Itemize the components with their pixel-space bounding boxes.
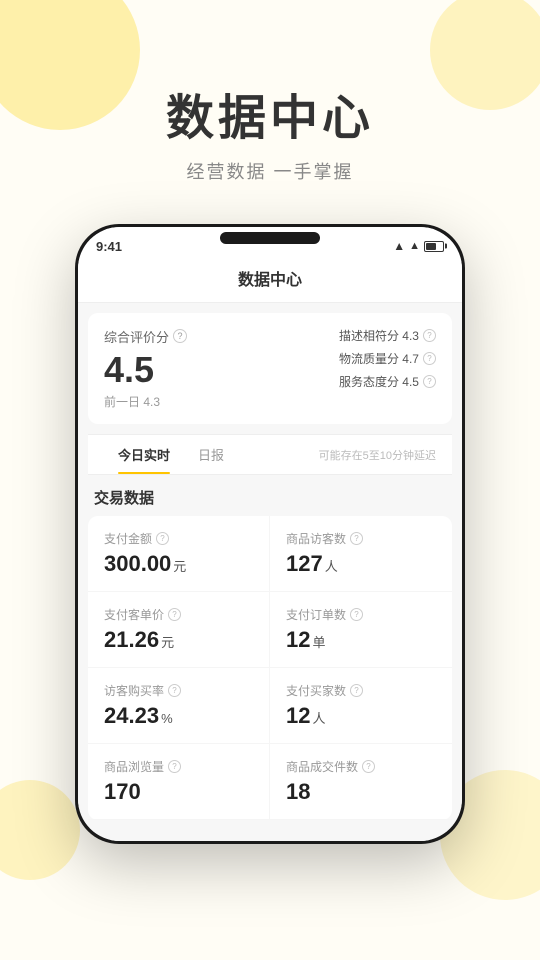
- phone-body: 9:41 ▲ ▲ 数据中心: [75, 224, 465, 844]
- sub-rating-help-icon[interactable]: ?: [423, 329, 436, 342]
- data-cell-label: 商品浏览量 ?: [104, 758, 253, 775]
- phone-mockup: 9:41 ▲ ▲ 数据中心: [0, 224, 540, 844]
- wifi-icon: ▲: [409, 240, 420, 252]
- rating-label: 综合评价分 ?: [104, 327, 187, 346]
- data-cell-label: 支付金额 ?: [104, 530, 253, 547]
- battery-icon: [424, 241, 444, 252]
- data-cell: 支付买家数 ? 12人: [270, 668, 452, 744]
- cell-help-icon[interactable]: ?: [168, 684, 181, 697]
- data-cell-value: 170: [104, 779, 253, 805]
- rating-sub-item: 描述相符分 4.3?: [339, 327, 436, 344]
- hero-title: 数据中心: [0, 90, 540, 148]
- data-cell: 访客购买率 ? 24.23%: [88, 668, 270, 744]
- data-cell-value: 300.00元: [104, 551, 253, 577]
- tab-item-daily[interactable]: 日报: [184, 435, 238, 474]
- rating-left: 综合评价分 ? 4.5 前一日 4.3: [104, 327, 187, 411]
- battery-fill: [426, 243, 436, 250]
- cell-help-icon[interactable]: ?: [362, 760, 375, 773]
- cell-help-icon[interactable]: ?: [350, 532, 363, 545]
- cell-help-icon[interactable]: ?: [156, 532, 169, 545]
- data-cell: 支付订单数 ? 12单: [270, 592, 452, 668]
- rating-score: 4.5: [104, 350, 187, 390]
- status-time: 9:41: [96, 239, 122, 254]
- data-cell-label: 商品访客数 ?: [286, 530, 436, 547]
- app-content[interactable]: 综合评价分 ? 4.5 前一日 4.3 描述相符分 4.3? 物流质量分 4.7?…: [78, 303, 462, 841]
- hero-subtitle: 经营数据 一手掌握: [0, 158, 540, 184]
- signal-icon: ▲: [393, 239, 405, 253]
- data-cell: 支付客单价 ? 21.26元: [88, 592, 270, 668]
- data-cell-value: 24.23%: [104, 703, 253, 729]
- tabs-container: 今日实时日报 可能存在5至10分钟延迟: [88, 434, 452, 475]
- data-cell-value: 12人: [286, 703, 436, 729]
- cell-help-icon[interactable]: ?: [350, 608, 363, 621]
- app-title: 数据中心: [238, 272, 302, 289]
- data-cell-value: 21.26元: [104, 627, 253, 653]
- tab-delay-notice: 可能存在5至10分钟延迟: [319, 447, 436, 463]
- rating-prev: 前一日 4.3: [104, 393, 187, 410]
- rating-sub-item: 服务态度分 4.5?: [339, 373, 436, 390]
- data-cell: 商品浏览量 ? 170: [88, 744, 270, 820]
- data-cell-label: 支付买家数 ?: [286, 682, 436, 699]
- phone-screen: 9:41 ▲ ▲ 数据中心: [78, 227, 462, 841]
- data-cell: 支付金额 ? 300.00元: [88, 516, 270, 592]
- data-cell-label: 商品成交件数 ?: [286, 758, 436, 775]
- rating-right: 描述相符分 4.3? 物流质量分 4.7? 服务态度分 4.5?: [339, 327, 436, 390]
- cell-help-icon[interactable]: ?: [350, 684, 363, 697]
- rating-help-icon[interactable]: ?: [173, 329, 187, 343]
- sub-rating-help-icon[interactable]: ?: [423, 352, 436, 365]
- data-cell-value: 18: [286, 779, 436, 805]
- data-grid: 支付金额 ? 300.00元 商品访客数 ? 127人 支付客单价 ? 21.2…: [88, 516, 452, 820]
- data-cell-label: 支付订单数 ?: [286, 606, 436, 623]
- cell-help-icon[interactable]: ?: [168, 760, 181, 773]
- phone-notch: [220, 232, 320, 244]
- rating-card: 综合评价分 ? 4.5 前一日 4.3 描述相符分 4.3? 物流质量分 4.7?…: [88, 313, 452, 425]
- data-cell-label: 支付客单价 ?: [104, 606, 253, 623]
- data-cell-label: 访客购买率 ?: [104, 682, 253, 699]
- status-icons: ▲ ▲: [393, 239, 444, 253]
- app-header: 数据中心: [78, 258, 462, 303]
- sub-rating-help-icon[interactable]: ?: [423, 375, 436, 388]
- data-cell: 商品访客数 ? 127人: [270, 516, 452, 592]
- data-cell: 商品成交件数 ? 18: [270, 744, 452, 820]
- cell-help-icon[interactable]: ?: [168, 608, 181, 621]
- section-title: 交易数据: [78, 475, 462, 516]
- data-cell-value: 127人: [286, 551, 436, 577]
- hero-section: 数据中心 经营数据 一手掌握: [0, 0, 540, 214]
- data-cell-value: 12单: [286, 627, 436, 653]
- tab-item-realtime[interactable]: 今日实时: [104, 435, 184, 474]
- rating-sub-item: 物流质量分 4.7?: [339, 350, 436, 367]
